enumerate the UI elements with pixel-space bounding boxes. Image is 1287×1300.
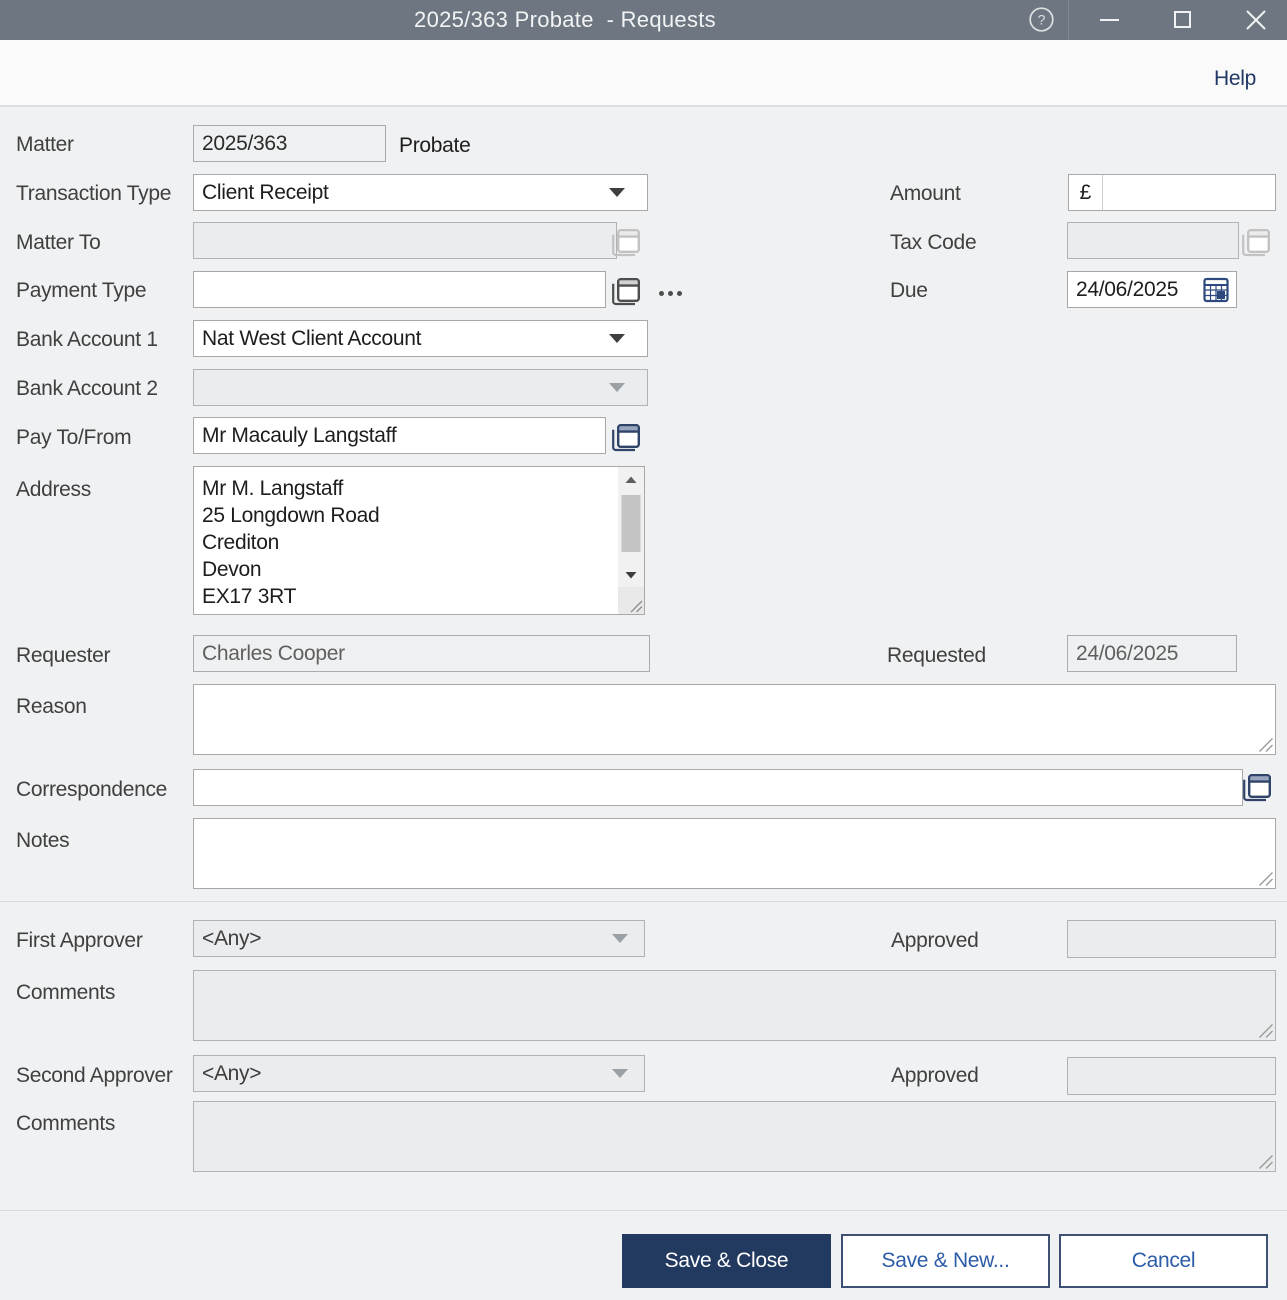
- svg-text:?: ?: [1038, 11, 1046, 27]
